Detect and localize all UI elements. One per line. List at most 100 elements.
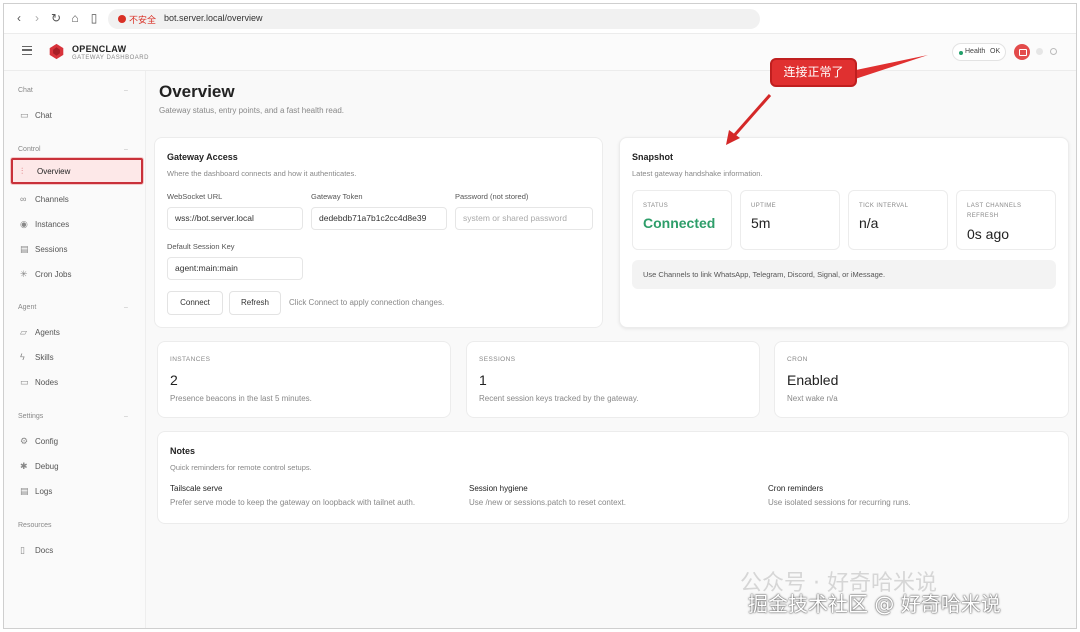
- back-icon[interactable]: ‹: [12, 11, 26, 25]
- note-heading: Tailscale serve: [170, 484, 223, 493]
- health-dot-icon: [959, 51, 963, 55]
- forward-icon[interactable]: ›: [30, 11, 44, 25]
- bookmark-icon[interactable]: ▯: [87, 11, 101, 25]
- sidebar-item-label: Skills: [35, 353, 54, 362]
- card-title: Snapshot: [632, 152, 674, 162]
- health-status: OK: [990, 48, 1001, 55]
- reload-icon[interactable]: ↻: [49, 11, 63, 25]
- sidebar-item-docs[interactable]: ▯ Docs: [18, 542, 140, 560]
- sidebar-item-label: Chat: [35, 111, 52, 120]
- sidebar-item-label: Docs: [35, 546, 54, 555]
- sun-icon[interactable]: [1036, 48, 1043, 55]
- sidebar-group-control: Control: [18, 146, 41, 153]
- sidebar-item-debug[interactable]: ✱ Debug: [18, 458, 140, 476]
- document-icon: ▤: [20, 244, 29, 254]
- sidebar-item-chat[interactable]: ▭ Chat: [18, 107, 140, 125]
- sidebar-item-nodes[interactable]: ▭ Nodes: [18, 374, 140, 392]
- uptime-value: 5m: [751, 215, 771, 231]
- refresh-button[interactable]: Refresh: [229, 291, 281, 315]
- main-content: Overview Gateway status, entry points, a…: [146, 71, 1076, 628]
- gateway-token-input[interactable]: dedebdb71a7b1c2cc4d8e39: [311, 207, 447, 230]
- sidebar-item-label: Nodes: [35, 378, 59, 387]
- brand-title: OPENCLAW: [72, 44, 127, 54]
- collapse-icon[interactable]: –: [124, 413, 128, 420]
- openclaw-logo-icon: [49, 43, 64, 60]
- health-badge: Health OK: [952, 43, 1006, 61]
- stat-description: Presence beacons in the last 5 minutes.: [170, 394, 312, 403]
- card-title: Notes: [170, 446, 196, 456]
- sidebar-item-config[interactable]: ⚙ Config: [18, 433, 140, 451]
- health-label: Health: [965, 48, 986, 55]
- password-input[interactable]: system or shared password: [455, 207, 593, 230]
- url-text[interactable]: bot.server.local/overview: [164, 13, 263, 23]
- sidebar-item-overview[interactable]: ⫶ Overview: [11, 158, 143, 184]
- app-header: OPENCLAW GATEWAY DASHBOARD Health OK: [4, 34, 1076, 71]
- note-heading: Cron reminders: [768, 484, 824, 493]
- snapshot-card: Snapshot Latest gateway handshake inform…: [619, 137, 1069, 328]
- card-subtitle: Where the dashboard connects and how it …: [167, 169, 357, 178]
- stat-label: TICK INTERVAL: [859, 203, 909, 209]
- sidebar-item-label: Agents: [35, 328, 60, 337]
- status-value: Connected: [643, 215, 716, 231]
- stat-label: SESSIONS: [479, 356, 516, 363]
- session-key-input[interactable]: agent:main:main: [167, 257, 303, 280]
- sidebar-group-chat: Chat: [18, 87, 33, 94]
- sidebar-item-instances[interactable]: ◉ Instances: [18, 216, 140, 234]
- uptime-stat: UPTIME 5m: [740, 190, 840, 250]
- websocket-url-input[interactable]: wss://bot.server.local: [167, 207, 303, 230]
- last-refresh-stat: LAST CHANNELS REFRESH 0s ago: [956, 190, 1056, 250]
- sidebar-item-label: Config: [35, 437, 59, 446]
- cron-card: CRON Enabled Next wake n/a: [774, 341, 1069, 418]
- menu-icon[interactable]: [22, 46, 32, 55]
- sidebar-item-cron-jobs[interactable]: ✳ Cron Jobs: [18, 266, 140, 284]
- page-title: Overview: [159, 82, 235, 101]
- watermark-line-2: 掘金技术社区 @ 好奇哈米说: [748, 592, 1001, 616]
- stat-description: Recent session keys tracked by the gatew…: [479, 394, 639, 403]
- sidebar-item-label: Sessions: [35, 245, 68, 254]
- sidebar-item-label: Overview: [37, 167, 71, 176]
- sessions-card: SESSIONS 1 Recent session keys tracked b…: [466, 341, 760, 418]
- stat-label: UPTIME: [751, 203, 777, 209]
- sidebar-item-channels[interactable]: ∞ Channels: [18, 191, 140, 209]
- sidebar-item-agents[interactable]: ▱ Agents: [18, 324, 140, 342]
- instances-card: INSTANCES 2 Presence beacons in the last…: [157, 341, 451, 418]
- page-subtitle: Gateway status, entry points, and a fast…: [159, 106, 344, 115]
- status-stat: STATUS Connected: [632, 190, 732, 250]
- sidebar-item-skills[interactable]: ϟ Skills: [18, 349, 140, 367]
- sidebar-item-label: Cron Jobs: [35, 270, 72, 279]
- note-text: Prefer serve mode to keep the gateway on…: [170, 498, 416, 507]
- last-refresh-value: 0s ago: [967, 226, 1010, 242]
- monitor-icon[interactable]: [1014, 44, 1030, 60]
- sidebar-item-sessions[interactable]: ▤ Sessions: [18, 241, 140, 259]
- sidebar-item-label: Channels: [35, 195, 69, 204]
- book-icon: ▯: [20, 545, 25, 555]
- websocket-url-label: WebSocket URL: [167, 192, 223, 201]
- tick-interval-stat: TICK INTERVAL n/a: [848, 190, 948, 250]
- card-subtitle: Quick reminders for remote control setup…: [170, 463, 312, 472]
- collapse-icon[interactable]: –: [124, 87, 128, 94]
- tick-interval-value: n/a: [859, 215, 879, 231]
- password-label: Password (not stored): [455, 192, 529, 201]
- stat-label: CRON: [787, 356, 808, 363]
- collapse-icon[interactable]: –: [124, 304, 128, 311]
- folder-icon: ▱: [20, 327, 27, 337]
- instances-value: 2: [170, 372, 178, 388]
- address-bar[interactable]: 不安全 bot.server.local/overview: [108, 9, 760, 29]
- sidebar-group-resources: Resources: [18, 522, 52, 529]
- note-text: Use isolated sessions for recurring runs…: [768, 498, 911, 507]
- brand-subtitle: GATEWAY DASHBOARD: [72, 55, 149, 61]
- sidebar: Chat – ▭ Chat Control – ⫶ Overview ∞ Cha…: [4, 71, 146, 628]
- insecure-warning-icon: [118, 15, 126, 23]
- log-icon: ▤: [20, 486, 29, 496]
- gateway-token-label: Gateway Token: [311, 192, 363, 201]
- moon-icon[interactable]: [1050, 48, 1057, 55]
- gear-icon: ⚙: [20, 436, 29, 446]
- card-subtitle: Latest gateway handshake information.: [632, 169, 763, 178]
- connect-button[interactable]: Connect: [167, 291, 223, 315]
- stat-label: LAST CHANNELS REFRESH: [967, 203, 1022, 219]
- home-icon[interactable]: ⌂: [68, 11, 82, 25]
- sidebar-item-label: Instances: [35, 220, 70, 229]
- note-text: Use /new or sessions.patch to reset cont…: [469, 498, 626, 507]
- collapse-icon[interactable]: –: [124, 146, 128, 153]
- sidebar-item-logs[interactable]: ▤ Logs: [18, 483, 140, 501]
